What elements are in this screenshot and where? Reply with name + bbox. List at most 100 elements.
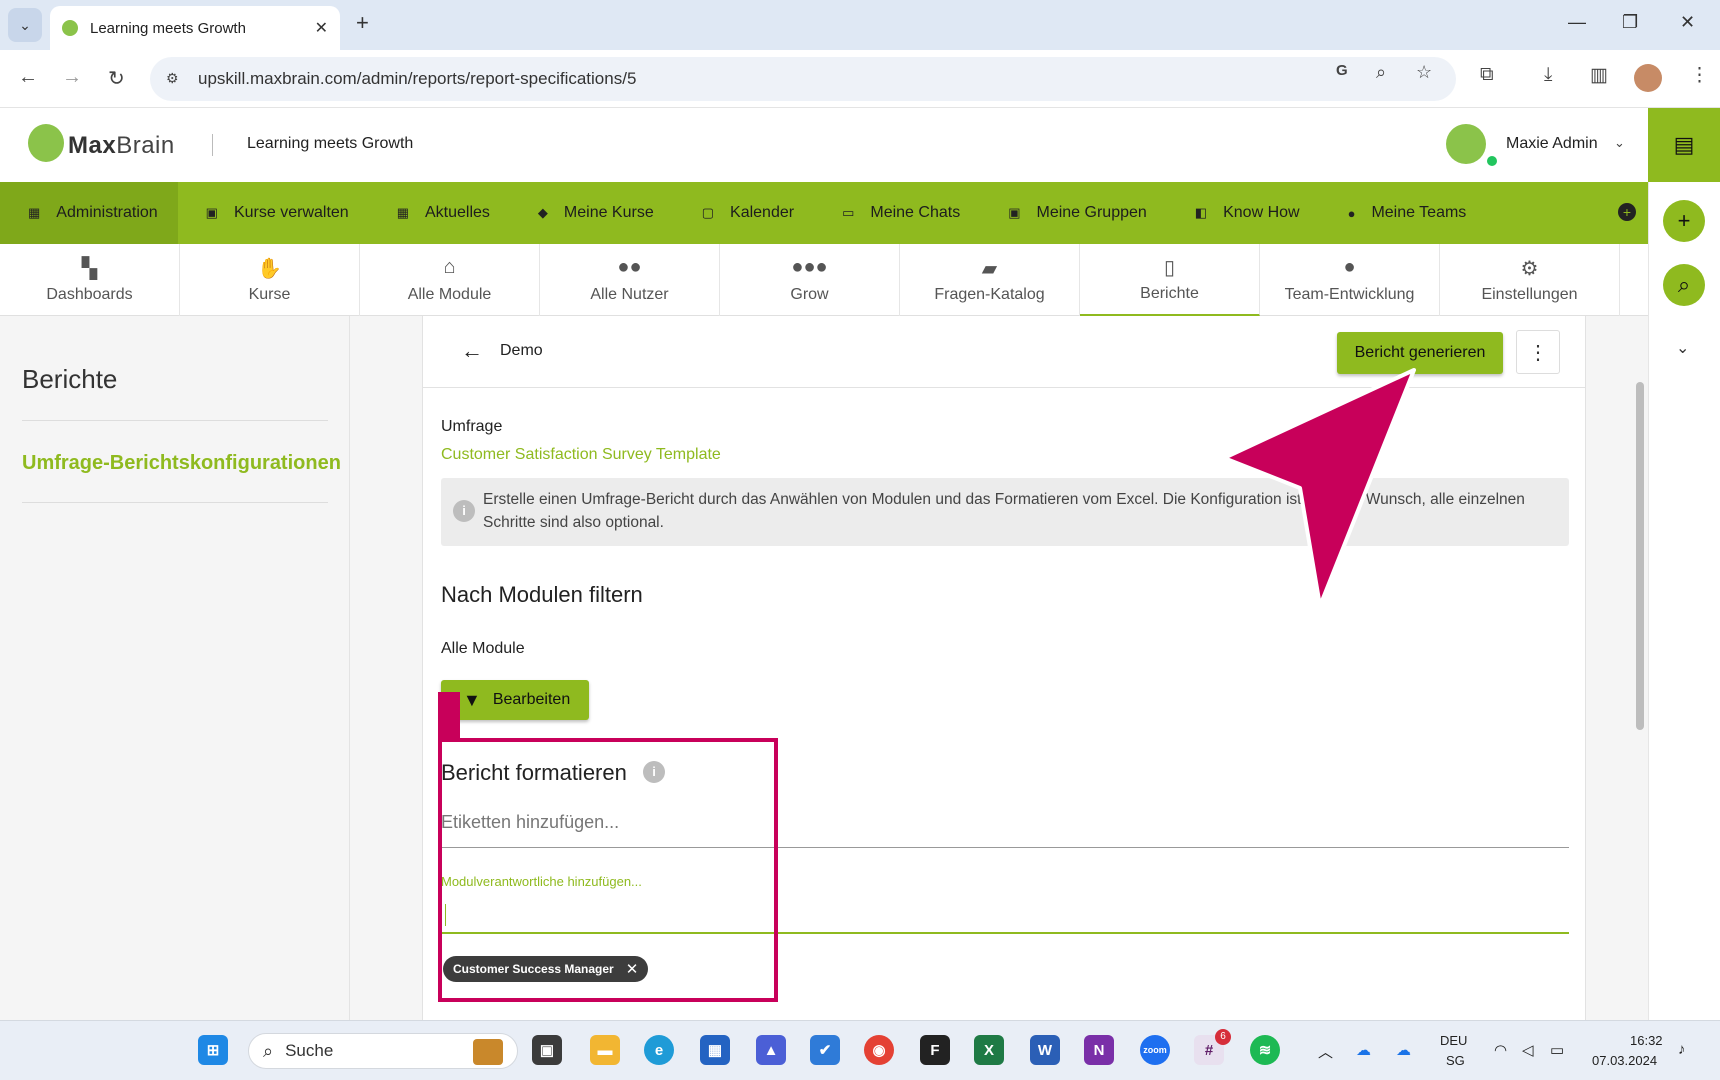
nav-more-icon[interactable]: + <box>1618 203 1636 221</box>
extensions-icon[interactable]: ⧉ <box>1480 64 1494 86</box>
tab-alle-nutzer[interactable]: ●● Alle Nutzer <box>540 244 720 316</box>
taskbar-search[interactable]: ⌕ Suche <box>248 1033 518 1069</box>
main-navigation: ▦ Administration ▣ Kurse verwalten ▦ Aktuel… <box>0 182 1648 244</box>
volume-icon[interactable]: ◁ <box>1522 1041 1534 1059</box>
taskbar-search-label: Suche <box>285 1041 334 1060</box>
tab-title: Learning meets Growth <box>90 19 246 37</box>
annotation-highlight-tab <box>438 692 460 740</box>
clock-time[interactable]: 16:32 <box>1630 1033 1663 1048</box>
browser-menu-icon[interactable]: ⋮ <box>1690 64 1709 87</box>
tab-kurse[interactable]: ✋ Kurse <box>180 244 360 316</box>
chevron-down-icon[interactable]: ⌄ <box>1676 338 1689 358</box>
language-bottom[interactable]: SG <box>1446 1053 1465 1068</box>
nav-item-meine-teams[interactable]: ● Meine Teams <box>1320 182 1487 244</box>
nav-item-meine-gruppen[interactable]: ▣ Meine Gruppen <box>980 182 1167 244</box>
minimize-icon[interactable]: — <box>1568 12 1586 33</box>
left-sidebar: Berichte Umfrage-Berichtskonfigurationen <box>0 316 350 1020</box>
tab-alle-module[interactable]: ⌂ Alle Module <box>360 244 540 316</box>
back-icon[interactable]: ← <box>18 66 38 89</box>
sidebar-item-survey-report-configs[interactable]: Umfrage-Berichtskonfigurationen <box>22 452 341 475</box>
online-status-dot <box>1487 156 1497 166</box>
chat-icon[interactable]: ▤ <box>1648 108 1720 182</box>
edit-filter-button[interactable]: ▼ Bearbeiten <box>441 680 589 720</box>
tab-search-chevron-icon[interactable]: ⌄ <box>8 8 42 42</box>
figma-icon[interactable]: F <box>920 1035 950 1065</box>
group-icon: ●●● <box>791 256 828 278</box>
browser-tab-bar: ⌄ Learning meets Growth ✕ + — ❐ ✕ <box>0 0 1720 50</box>
chevron-down-icon[interactable]: ⌄ <box>1614 135 1625 151</box>
edge-icon[interactable]: e <box>644 1035 674 1065</box>
chevron-up-icon[interactable]: ︿ <box>1318 1041 1333 1062</box>
logo-text[interactable]: MaxBrain <box>68 132 175 160</box>
user-name[interactable]: Maxie Admin <box>1506 135 1598 153</box>
language-top[interactable]: DEU <box>1440 1033 1467 1048</box>
spotify-icon[interactable]: ≋ <box>1250 1035 1280 1065</box>
translate-icon[interactable]: G <box>1336 62 1348 79</box>
tab-berichte[interactable]: ▯ Berichte <box>1080 244 1260 316</box>
word-icon[interactable]: W <box>1030 1035 1060 1065</box>
nav-item-aktuelles[interactable]: ▦ Aktuelles <box>369 182 510 244</box>
battery-icon[interactable]: ▭ <box>1550 1041 1564 1059</box>
maxbrain-favicon-icon <box>62 20 78 36</box>
profile-avatar[interactable] <box>1634 64 1662 92</box>
divider <box>22 502 328 503</box>
site-info-icon[interactable]: ⚙ <box>166 70 179 87</box>
app-header: MaxBrain Learning meets Growth Maxie Adm… <box>0 108 1648 182</box>
folder-person-icon: ▣ <box>205 205 218 220</box>
page-title: Demo <box>500 342 543 359</box>
bookmark-star-icon[interactable]: ☆ <box>1416 62 1432 83</box>
nav-item-kalender[interactable]: ▢ Kalender <box>674 182 814 244</box>
nav-item-kurse-verwalten[interactable]: ▣ Kurse verwalten <box>178 182 369 244</box>
grid-icon: ▦ <box>396 205 409 220</box>
sidepanel-icon[interactable]: ▥ <box>1590 64 1608 87</box>
affinity-icon[interactable]: ▲ <box>756 1035 786 1065</box>
address-bar-row: ← → ↻ ⚙ upskill.maxbrain.com/admin/repor… <box>0 50 1720 108</box>
url-text: upskill.maxbrain.com/admin/reports/repor… <box>198 69 637 88</box>
tab-team-entwicklung[interactable]: ● Team-Entwicklung <box>1260 244 1440 316</box>
bell-icon[interactable]: ♪ <box>1678 1041 1686 1058</box>
close-window-icon[interactable]: ✕ <box>1680 12 1695 33</box>
excel-icon[interactable]: X <box>974 1035 1004 1065</box>
nav-item-know-how[interactable]: ◧ Know How <box>1167 182 1320 244</box>
url-bar[interactable]: ⚙ upskill.maxbrain.com/admin/reports/rep… <box>150 57 1456 101</box>
nav-item-meine-chats[interactable]: ▭ Meine Chats <box>814 182 980 244</box>
zoom-app-icon[interactable]: zoom <box>1140 1035 1170 1065</box>
windows-start-icon[interactable]: ⊞ <box>198 1035 228 1065</box>
gears-icon: ⚙ <box>1520 258 1539 280</box>
annotation-arrow <box>1222 368 1416 608</box>
browser-tab[interactable]: Learning meets Growth ✕ <box>50 6 340 50</box>
nav-item-administration[interactable]: ▦ Administration <box>0 182 178 244</box>
back-arrow-icon[interactable]: ← <box>461 338 483 364</box>
tab-close-icon[interactable]: ✕ <box>315 18 328 38</box>
more-options-icon[interactable]: ⋮ <box>1516 330 1560 374</box>
todo-icon[interactable]: ✔ <box>810 1035 840 1065</box>
new-tab-button[interactable]: + <box>356 10 369 36</box>
file-explorer-icon[interactable]: ▬ <box>590 1035 620 1065</box>
zoom-icon[interactable]: ⌕ <box>1376 62 1386 83</box>
inbox-icon: ▭ <box>842 205 855 220</box>
search-icon[interactable]: ⌕ <box>1663 264 1705 306</box>
onedrive-business-icon[interactable]: ☁ <box>1396 1041 1411 1059</box>
task-view-icon[interactable]: ▣ <box>532 1035 562 1065</box>
maxbrain-logo-icon[interactable] <box>28 124 64 162</box>
download-icon[interactable]: ⤓ <box>1544 64 1552 86</box>
user-avatar[interactable] <box>1446 124 1486 164</box>
onenote-icon[interactable]: N <box>1084 1035 1114 1065</box>
tab-einstellungen[interactable]: ⚙ Einstellungen <box>1440 244 1620 316</box>
survey-link[interactable]: Customer Satisfaction Survey Template <box>441 446 721 464</box>
clock-date[interactable]: 07.03.2024 <box>1592 1053 1657 1068</box>
add-icon[interactable]: + <box>1663 200 1705 242</box>
chrome-icon[interactable]: ◉ <box>864 1035 894 1065</box>
all-modules-label: Alle Module <box>441 640 525 657</box>
store-icon[interactable]: ▦ <box>700 1035 730 1065</box>
tab-dashboards[interactable]: ▚ Dashboards <box>0 244 180 316</box>
nav-item-meine-kurse[interactable]: ◆ Meine Kurse <box>510 182 674 244</box>
onedrive-icon[interactable]: ☁ <box>1356 1041 1371 1059</box>
tab-grow[interactable]: ●●● Grow <box>720 244 900 316</box>
scrollbar[interactable] <box>1636 382 1644 730</box>
forward-icon[interactable]: → <box>62 66 82 89</box>
reload-icon[interactable]: ↻ <box>108 66 125 91</box>
tab-fragen-katalog[interactable]: ▰ Fragen-Katalog <box>900 244 1080 316</box>
restore-icon[interactable]: ❐ <box>1622 12 1638 33</box>
wifi-icon[interactable]: ◠ <box>1494 1041 1507 1059</box>
